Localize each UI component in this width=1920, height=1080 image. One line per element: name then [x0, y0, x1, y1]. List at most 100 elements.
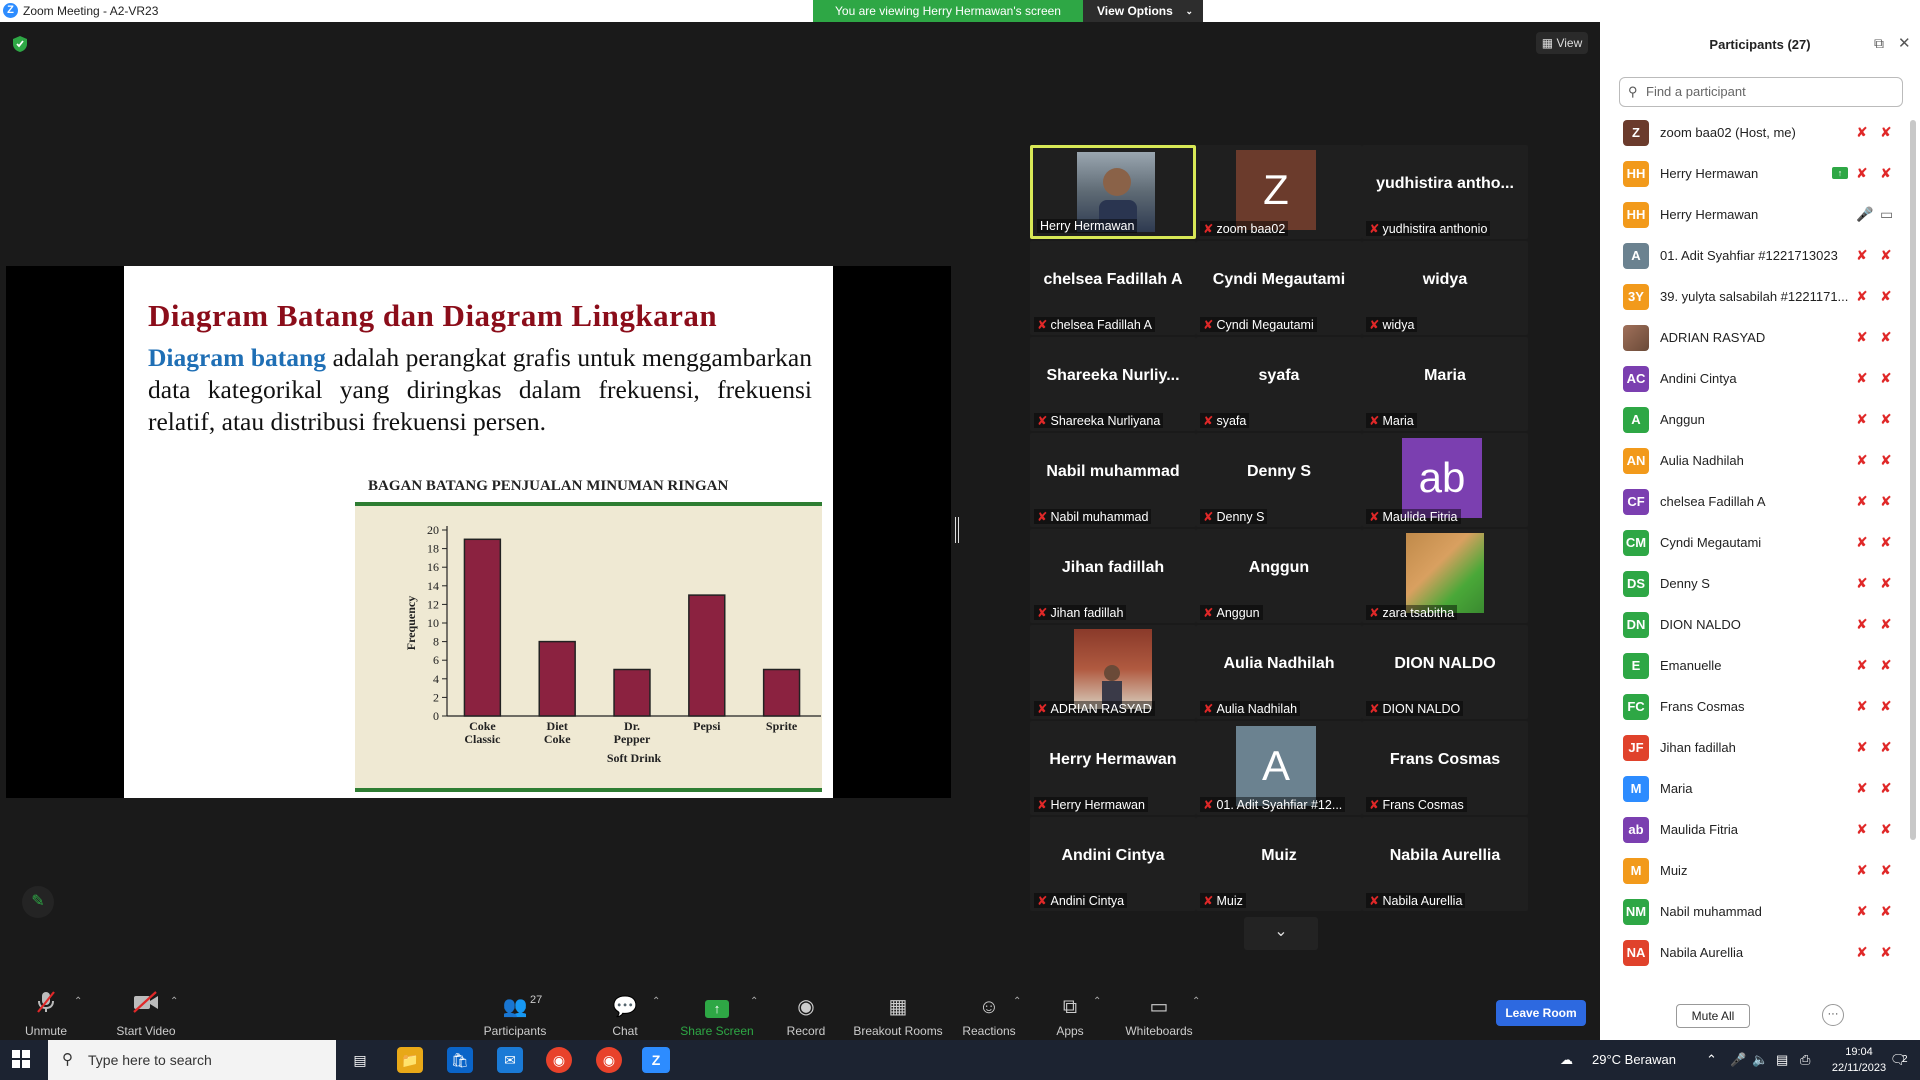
video-tile[interactable]: syafa ✘ syafa	[1196, 337, 1362, 431]
zoom-logo-icon: Z	[3, 3, 18, 18]
video-tile[interactable]: Anggun ✘ Anggun	[1196, 529, 1362, 623]
video-tile[interactable]: Andini Cintya ✘ Andini Cintya	[1030, 817, 1196, 911]
volume-icon[interactable]: 🔈	[1752, 1040, 1768, 1080]
windows-start-icon[interactable]	[12, 1050, 32, 1070]
participant-row[interactable]: ab Maulida Fitria ✘ ✘	[1600, 810, 1900, 851]
taskbar-search-input[interactable]: ⚲ Type here to search	[48, 1040, 336, 1080]
tile-label-text: Muiz	[1216, 894, 1243, 908]
network-icon[interactable]: ▤	[1776, 1040, 1788, 1080]
more-options-button[interactable]: ···	[1822, 1004, 1844, 1026]
video-tile[interactable]: ✘ ADRIAN RASYAD	[1030, 625, 1196, 719]
security-shield-icon[interactable]	[12, 35, 28, 53]
video-tile[interactable]: ✘ zara tsabitha	[1362, 529, 1528, 623]
video-tile[interactable]: Herry Hermawan ✘ Herry Hermawan	[1030, 721, 1196, 815]
participant-avatar: NA	[1623, 940, 1649, 966]
participant-row[interactable]: A Anggun ✘ ✘	[1600, 400, 1900, 441]
participant-row[interactable]: E Emanuelle ✘ ✘	[1600, 646, 1900, 687]
share-options-caret[interactable]: ⌃	[750, 996, 758, 1007]
bar	[762, 668, 801, 717]
grid-icon: ▦	[1541, 36, 1554, 50]
participant-row[interactable]: CM Cyndi Megautami ✘ ✘	[1600, 523, 1900, 564]
participant-search-input[interactable]: ⚲ Find a participant	[1619, 77, 1903, 107]
participant-name: Emanuelle	[1660, 658, 1722, 673]
chrome-profile-icon[interactable]: ◉	[596, 1047, 622, 1073]
video-tile[interactable]: Nabil muhammad ✘ Nabil muhammad	[1030, 433, 1196, 527]
participant-row[interactable]: NM Nabil muhammad ✘ ✘	[1600, 892, 1900, 933]
popout-icon[interactable]: ⧉	[1874, 35, 1884, 52]
participant-row[interactable]: ADRIAN RASYAD ✘ ✘	[1600, 318, 1900, 359]
participant-row[interactable]: CF chelsea Fadillah A ✘ ✘	[1600, 482, 1900, 523]
leave-room-button[interactable]: Leave Room	[1496, 1000, 1586, 1026]
apps-options-caret[interactable]: ⌃	[1093, 996, 1101, 1007]
video-off-icon: ✘	[1880, 903, 1892, 919]
tile-display-name: Frans Cosmas	[1389, 751, 1501, 768]
video-tile[interactable]: Z ✘ zoom baa02	[1196, 145, 1362, 239]
gallery-next-page-button[interactable]: ⌄	[1244, 917, 1318, 950]
participant-name: DION NALDO	[1660, 617, 1741, 632]
video-tile[interactable]: Herry Hermawan	[1030, 145, 1196, 239]
zoom-app-icon[interactable]: Z	[642, 1047, 670, 1073]
share-screen-icon: ↑	[678, 990, 756, 1020]
video-tile[interactable]: Nabila Aurellia ✘ Nabila Aurellia	[1362, 817, 1528, 911]
participant-row[interactable]: JF Jihan fadillah ✘ ✘	[1600, 728, 1900, 769]
x-tick-label: Pepsi	[693, 719, 721, 733]
participant-row[interactable]: DN DION NALDO ✘ ✘	[1600, 605, 1900, 646]
reactions-options-caret[interactable]: ⌃	[1013, 996, 1021, 1007]
video-tile[interactable]: widya ✘ widya	[1362, 241, 1528, 335]
tray-chevron-icon[interactable]: ⌃	[1706, 1040, 1717, 1080]
video-tile[interactable]: Jihan fadillah ✘ Jihan fadillah	[1030, 529, 1196, 623]
participant-row[interactable]: A 01. Adit Syahfiar #1221713023 ✘ ✘	[1600, 236, 1900, 277]
video-off-icon: ✘	[1880, 165, 1892, 181]
mute-all-button[interactable]: Mute All	[1676, 1004, 1750, 1028]
file-explorer-icon[interactable]: 📁	[397, 1047, 423, 1073]
participant-row[interactable]: FC Frans Cosmas ✘ ✘	[1600, 687, 1900, 728]
participant-row[interactable]: HH Herry Hermawan ↑ ✘ ✘	[1600, 154, 1900, 195]
split-divider[interactable]	[955, 517, 959, 543]
video-tile[interactable]: Denny S ✘ Denny S	[1196, 433, 1362, 527]
task-view-icon[interactable]: ▤	[347, 1047, 373, 1073]
microsoft-store-icon[interactable]: 🛍	[447, 1047, 473, 1073]
participant-row[interactable]: AC Andini Cintya ✘ ✘	[1600, 359, 1900, 400]
language-icon[interactable]: ⎙	[1800, 1040, 1810, 1080]
video-tile[interactable]: Muiz ✘ Muiz	[1196, 817, 1362, 911]
participant-row[interactable]: HH Herry Hermawan 🎤 ▭	[1600, 195, 1900, 236]
participant-list-scrollbar[interactable]	[1910, 120, 1916, 840]
participant-row[interactable]: AN Aulia Nadhilah ✘ ✘	[1600, 441, 1900, 482]
weather-text[interactable]: 29°C Berawan	[1592, 1040, 1676, 1080]
video-tile[interactable]: yudhistira antho... ✘ yudhistira anthonio	[1362, 145, 1528, 239]
video-tile[interactable]: Shareeka Nurliy... ✘ Shareeka Nurliyana	[1030, 337, 1196, 431]
participant-row[interactable]: M Muiz ✘ ✘	[1600, 851, 1900, 892]
video-tile[interactable]: A ✘ 01. Adit Syahfiar #12...	[1196, 721, 1362, 815]
participant-avatar: HH	[1623, 161, 1649, 187]
participant-row[interactable]: NA Nabila Aurellia ✘ ✘	[1600, 933, 1900, 974]
video-off-icon: ✘	[1880, 575, 1892, 591]
close-panel-icon[interactable]: ✕	[1898, 34, 1911, 52]
tile-label-text: syafa	[1216, 414, 1247, 428]
video-tile[interactable]: Maria ✘ Maria	[1362, 337, 1528, 431]
whiteboards-options-caret[interactable]: ⌃	[1192, 996, 1200, 1007]
microphone-muted-icon: ✘	[1369, 318, 1380, 332]
bar	[613, 668, 651, 717]
mail-icon[interactable]: ✉	[497, 1047, 523, 1073]
video-tile[interactable]: Cyndi Megautami ✘ Cyndi Megautami	[1196, 241, 1362, 335]
taskbar-clock[interactable]: 19:04 22/11/2023	[1830, 1044, 1888, 1076]
chrome-icon[interactable]: ◉	[546, 1047, 572, 1073]
participant-row[interactable]: 3Y 39. yulyta salsabilah #1221171... ✘ ✘	[1600, 277, 1900, 318]
video-tile[interactable]: Frans Cosmas ✘ Frans Cosmas	[1362, 721, 1528, 815]
video-options-caret[interactable]: ⌃	[170, 996, 178, 1007]
video-tile[interactable]: DION NALDO ✘ DION NALDO	[1362, 625, 1528, 719]
participant-row[interactable]: DS Denny S ✘ ✘	[1600, 564, 1900, 605]
participant-avatar: A	[1623, 407, 1649, 433]
view-layout-button[interactable]: ▦ View	[1536, 32, 1588, 54]
participant-row[interactable]: Zzoom baa02 (Host, me) ✘ ✘	[1600, 113, 1900, 154]
video-tile[interactable]: chelsea Fadillah A ✘ chelsea Fadillah A	[1030, 241, 1196, 335]
video-tile[interactable]: Aulia Nadhilah ✘ Aulia Nadhilah	[1196, 625, 1362, 719]
tile-name-label: ✘ Maria	[1366, 413, 1417, 428]
chat-options-caret[interactable]: ⌃	[652, 996, 660, 1007]
annotate-pencil-button[interactable]: ✎	[22, 886, 54, 918]
participant-row[interactable]: M Maria ✘ ✘	[1600, 769, 1900, 810]
audio-options-caret[interactable]: ⌃	[74, 996, 82, 1007]
video-tile[interactable]: ab ✘ Maulida Fitria	[1362, 433, 1528, 527]
unmute-label: Unmute	[24, 1024, 68, 1038]
view-options-button[interactable]: View Options ⌄	[1083, 0, 1203, 22]
